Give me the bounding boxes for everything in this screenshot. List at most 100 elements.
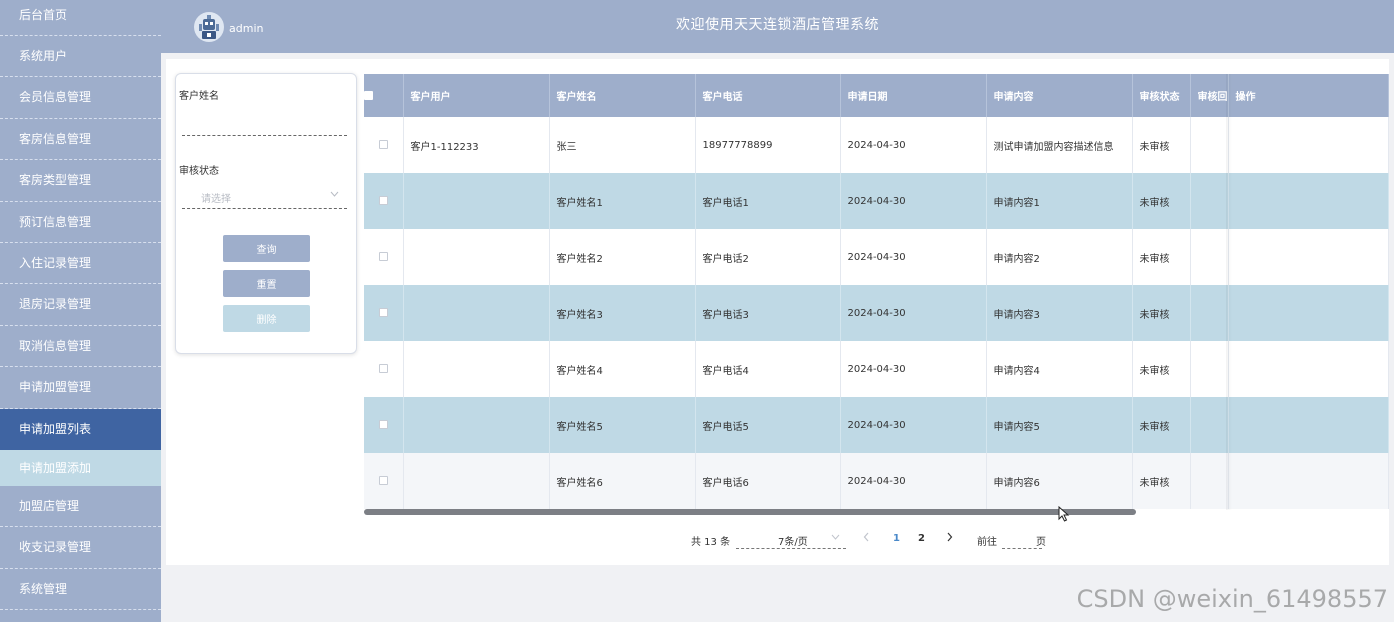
chevron-left-icon[interactable] <box>863 532 870 545</box>
review-status-select[interactable]: 请选择 <box>182 183 347 209</box>
table-row[interactable]: 客户1-112233 张三 18977778899 2024-04-30 测试申请加盟内… <box>364 117 1389 173</box>
apply-content-cell: 申请内容5 <box>986 397 1133 453</box>
review-reply-cell <box>1190 397 1229 453</box>
chevron-right-icon[interactable] <box>946 532 953 545</box>
search-panel: 客户姓名 审核状态 请选择 查询 重置 删除 <box>175 73 357 354</box>
customer-name-cell: 客户姓名2 <box>549 229 696 285</box>
sidebar-item-room-info[interactable]: 客房信息管理 <box>0 119 161 161</box>
row-select-cell <box>364 117 404 173</box>
spacer-cell <box>1228 229 1389 285</box>
spacer-cell <box>1228 285 1389 341</box>
sidebar-item-franchise-list[interactable]: 申请加盟列表 <box>0 408 161 450</box>
row-checkbox[interactable] <box>378 196 388 205</box>
review-status-cell: 未审核 <box>1132 117 1191 173</box>
review-status-cell: 未审核 <box>1132 397 1191 453</box>
sidebar-item-member-info[interactable]: 会员信息管理 <box>0 77 161 119</box>
table-row[interactable]: 客户姓名3客户电话32024-04-30申请内容3未审核详情 <box>364 285 1389 341</box>
customer-user-cell <box>403 397 550 453</box>
customer-phone-cell: 客户电话2 <box>695 229 841 285</box>
header-review-reply[interactable]: 审核回 <box>1190 74 1229 117</box>
select-all-checkbox[interactable] <box>364 90 373 100</box>
review-reply-cell <box>1190 341 1229 397</box>
main-content: 客户姓名 审核状态 请选择 查询 重置 删除 客户用户 客户姓名 客户电话 申请… <box>166 59 1389 565</box>
reset-button[interactable]: 重置 <box>223 270 310 297</box>
delete-button[interactable]: 删除 <box>223 305 310 332</box>
apply-date-cell: 2024-04-30 <box>840 285 987 341</box>
apply-content-cell: 测试申请加盟内容描述信息 <box>986 117 1133 173</box>
row-select-cell <box>364 285 404 341</box>
header-review-status[interactable]: 审核状态 <box>1132 74 1191 117</box>
page-button-1[interactable]: 1 <box>893 533 900 544</box>
sidebar-item-franchise[interactable]: 申请加盟管理 <box>0 367 161 409</box>
header-customer-name[interactable]: 客户姓名 <box>549 74 696 117</box>
table-row[interactable]: 客户姓名2客户电话22024-04-30申请内容2未审核详情 <box>364 229 1389 285</box>
row-checkbox[interactable] <box>378 420 388 429</box>
apply-content-cell: 申请内容6 <box>986 453 1133 509</box>
sidebar-item-home[interactable]: 后台首页 <box>0 0 161 36</box>
sidebar-item-system-users[interactable]: 系统用户 <box>0 36 161 78</box>
review-reply-cell <box>1190 117 1229 173</box>
customer-name-label: 客户姓名 <box>179 91 219 102</box>
customer-name-cell: 张三 <box>549 117 696 173</box>
customer-user-cell <box>403 285 550 341</box>
scrollbar-thumb[interactable] <box>364 509 1136 515</box>
sidebar-item-franchise-add[interactable]: 申请加盟添加 <box>0 449 161 486</box>
header-customer-phone[interactable]: 客户电话 <box>695 74 841 117</box>
apply-date-cell: 2024-04-30 <box>840 397 987 453</box>
customer-name-cell: 客户姓名1 <box>549 173 696 229</box>
row-select-cell <box>364 173 404 229</box>
review-reply-cell <box>1190 285 1229 341</box>
review-status-cell: 未审核 <box>1132 285 1191 341</box>
header-actions: 操作 <box>1228 74 1389 117</box>
sidebar-item-checkin[interactable]: 入住记录管理 <box>0 243 161 285</box>
apply-date-cell: 2024-04-30 <box>840 453 987 509</box>
sidebar-item-booking[interactable]: 预订信息管理 <box>0 202 161 243</box>
row-checkbox[interactable] <box>378 140 388 149</box>
customer-user-cell <box>403 453 550 509</box>
row-checkbox[interactable] <box>378 476 388 485</box>
review-status-cell: 未审核 <box>1132 229 1191 285</box>
apply-content-cell: 申请内容2 <box>986 229 1133 285</box>
spacer-cell <box>1228 173 1389 229</box>
watermark: CSDN @weixin_61498557 <box>1076 585 1388 613</box>
page-button-2[interactable]: 2 <box>918 533 925 544</box>
select-all-cell <box>364 74 404 117</box>
sidebar-item-checkout[interactable]: 退房记录管理 <box>0 284 161 326</box>
sidebar-item-finance[interactable]: 收支记录管理 <box>0 527 161 569</box>
customer-name-input[interactable] <box>182 114 347 136</box>
row-select-cell <box>364 397 404 453</box>
table-header-row: 客户用户 客户姓名 客户电话 申请日期 申请内容 审核状态 审核回 操作 <box>364 74 1389 117</box>
horizontal-scrollbar[interactable] <box>364 509 1388 515</box>
customer-user-cell <box>403 229 550 285</box>
table-row[interactable]: 客户姓名6客户电话62024-04-30申请内容6未审核详情 <box>364 453 1389 509</box>
table-row[interactable]: 客户姓名5客户电话52024-04-30申请内容5未审核详情 <box>364 397 1389 453</box>
header-customer-user[interactable]: 客户用户 <box>403 74 550 117</box>
sidebar-item-cancel[interactable]: 取消信息管理 <box>0 326 161 368</box>
row-checkbox[interactable] <box>378 308 388 317</box>
query-button[interactable]: 查询 <box>223 235 310 262</box>
customer-phone-cell: 客户电话3 <box>695 285 841 341</box>
header-apply-content[interactable]: 申请内容 <box>986 74 1133 117</box>
review-reply-cell <box>1190 173 1229 229</box>
chevron-down-icon <box>330 189 339 200</box>
spacer-cell <box>1228 397 1389 453</box>
sidebar: 后台首页 系统用户 会员信息管理 客房信息管理 客房类型管理 预订信息管理 入住… <box>0 0 161 622</box>
sidebar-item-franchise-store[interactable]: 加盟店管理 <box>0 486 161 528</box>
pagination-total: 共 13 条 <box>691 537 731 548</box>
row-checkbox[interactable] <box>378 252 388 261</box>
table-row[interactable]: 客户姓名4客户电话42024-04-30申请内容4未审核详情 <box>364 341 1389 397</box>
customer-name-cell: 客户姓名5 <box>549 397 696 453</box>
review-status-placeholder: 请选择 <box>201 194 231 205</box>
page-title: 欢迎使用天天连锁酒店管理系统 <box>676 17 879 33</box>
row-checkbox[interactable] <box>378 364 388 373</box>
sidebar-item-system-manage[interactable]: 系统管理 <box>0 569 161 611</box>
sidebar-item-room-type[interactable]: 客房类型管理 <box>0 160 161 202</box>
customer-user-cell <box>403 341 550 397</box>
chevron-down-icon <box>831 532 840 543</box>
header-apply-date[interactable]: 申请日期 <box>840 74 987 117</box>
page-size-select[interactable]: 7条/页 <box>736 530 846 549</box>
table-row[interactable]: 客户姓名1客户电话12024-04-30申请内容1未审核详情 <box>364 173 1389 229</box>
customer-phone-cell: 18977778899 <box>695 117 841 173</box>
mouse-cursor-icon <box>1058 505 1070 522</box>
franchise-table: 客户用户 客户姓名 客户电话 申请日期 申请内容 审核状态 审核回 操作 客户1… <box>364 74 1389 509</box>
